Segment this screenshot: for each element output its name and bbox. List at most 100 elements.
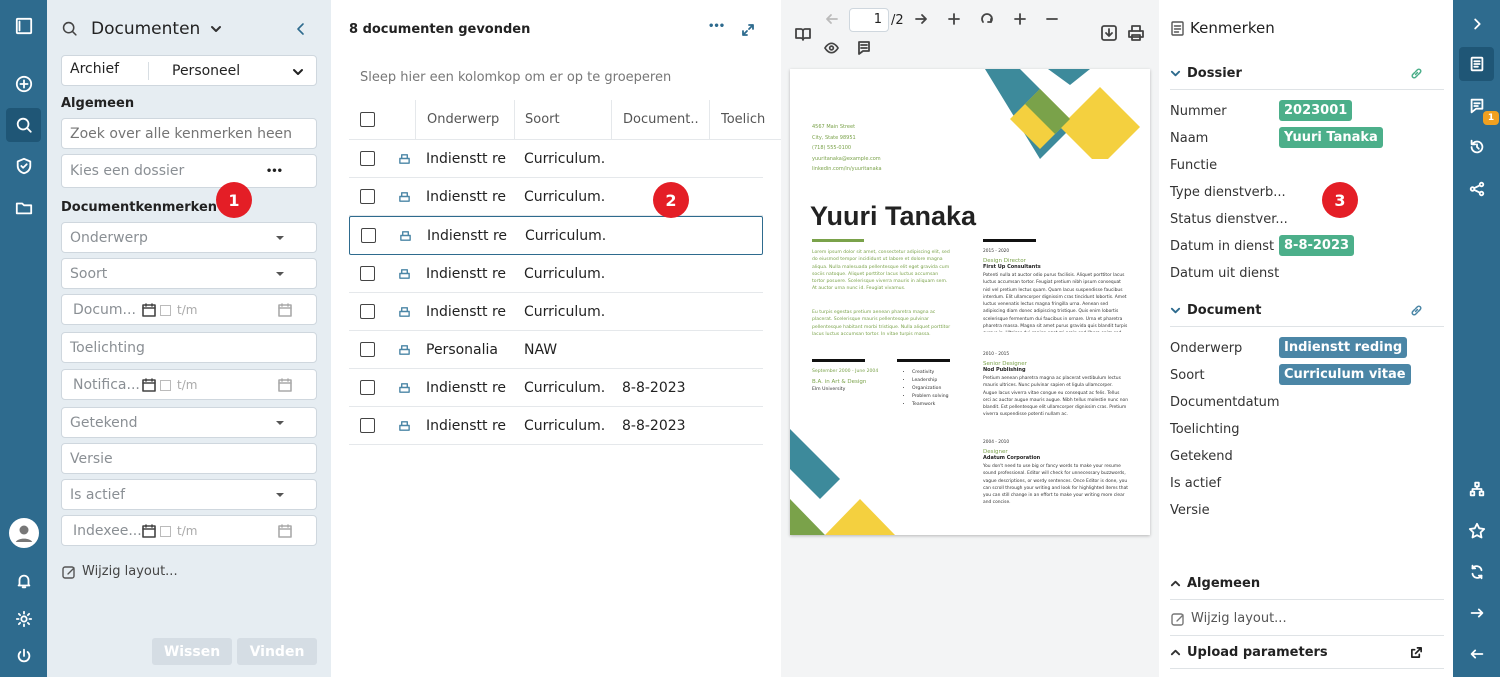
app-logo-icon[interactable] (0, 10, 47, 42)
calendar-icon[interactable] (278, 378, 292, 392)
table-row[interactable]: Indienstt re... Curriculum... (349, 293, 763, 331)
soort-select[interactable]: Soort (61, 258, 317, 289)
general-section-header[interactable]: Algemeen (1170, 573, 1445, 593)
resume-divider (812, 359, 865, 362)
document-heading: Document (1187, 302, 1262, 318)
rotate-icon[interactable] (980, 12, 994, 26)
column-onderwerp[interactable]: Onderwerp (427, 112, 499, 127)
row-checkbox[interactable] (360, 151, 375, 166)
column-toelichting[interactable]: Toelich (721, 112, 781, 127)
shield-icon[interactable] (0, 150, 47, 182)
range-checkbox[interactable] (160, 526, 171, 537)
share-icon[interactable] (1453, 173, 1500, 205)
history-icon[interactable] (1453, 131, 1500, 163)
table-row[interactable]: Indienstt re... Curriculum... 8-8-2023 (349, 407, 763, 445)
comment-icon[interactable] (857, 41, 871, 55)
notificatie-range[interactable]: Notifica... t/m (61, 369, 317, 400)
find-button[interactable]: Vinden (237, 638, 317, 665)
add-circle-icon[interactable] (0, 68, 47, 100)
minus-icon[interactable] (1045, 12, 1059, 26)
external-link-icon[interactable] (1410, 646, 1423, 659)
calendar-icon[interactable] (142, 524, 156, 538)
calendar-icon[interactable] (142, 378, 156, 392)
toelichting-input[interactable]: Toelichting (61, 332, 317, 363)
resume-name: Yuuri Tanaka (810, 201, 977, 231)
list-more-button[interactable]: ••• (708, 21, 725, 32)
calendar-icon[interactable] (278, 524, 292, 538)
table-row[interactable]: Indienstt re... Curriculum... (349, 140, 763, 178)
search-input[interactable] (61, 118, 317, 149)
resume-edu-date: September 2000 - June 2004 (812, 369, 879, 374)
table-row-selected[interactable]: Indienstt re... Curriculum... (349, 216, 763, 255)
calendar-icon[interactable] (142, 303, 156, 317)
notificatie-placeholder: Notifica... (73, 376, 140, 393)
table-header: Onderwerp Soort Document... Toelich (349, 100, 781, 140)
dossier-more-button[interactable]: ••• (266, 166, 283, 177)
arrow-right-icon[interactable] (914, 12, 928, 26)
hierarchy-icon[interactable] (1453, 473, 1500, 505)
page-input[interactable]: 1 (849, 8, 889, 32)
prop-label: Is actief (1170, 476, 1222, 491)
dossier-heading: Dossier (1187, 65, 1242, 81)
table-row[interactable]: Personalia NAW (349, 331, 763, 369)
row-checkbox[interactable] (361, 228, 376, 243)
upload-section-header[interactable]: Upload parameters (1170, 642, 1445, 662)
dossier-section-header[interactable]: Dossier (1170, 63, 1445, 83)
power-icon[interactable] (0, 640, 47, 672)
row-checkbox[interactable] (360, 266, 375, 281)
document-section-header[interactable]: Document (1170, 300, 1445, 320)
table-row[interactable]: Indienstt re... Curriculum... 8-8-2023 (349, 369, 763, 407)
avatar[interactable] (0, 516, 47, 550)
expand-icon[interactable] (741, 23, 755, 37)
sync-icon[interactable] (1453, 556, 1500, 588)
arrow-left-icon[interactable] (1453, 638, 1500, 670)
search-nav-icon[interactable] (6, 108, 41, 142)
table-row[interactable]: Indienstt re... Curriculum... (349, 178, 763, 216)
clear-button[interactable]: Wissen (152, 638, 232, 665)
prop-value-chip: Yuuri Tanaka (1279, 127, 1383, 148)
arrow-left-icon[interactable] (825, 12, 839, 26)
download-icon[interactable] (1101, 25, 1117, 41)
row-checkbox[interactable] (360, 418, 375, 433)
getekend-select[interactable]: Getekend (61, 407, 317, 438)
is-actief-select[interactable]: Is actief (61, 479, 317, 510)
eye-icon[interactable] (824, 42, 839, 54)
link-icon[interactable] (1410, 67, 1423, 80)
row-checkbox[interactable] (360, 189, 375, 204)
archive-select[interactable]: Archief Personeel (61, 55, 317, 86)
row-checkbox[interactable] (360, 380, 375, 395)
calendar-icon[interactable] (278, 303, 292, 317)
row-checkbox[interactable] (360, 342, 375, 357)
chevron-right-icon[interactable] (1453, 8, 1500, 40)
edit-layout-link[interactable]: Wijzig layout... (62, 564, 178, 579)
zoom-in-icon[interactable] (947, 12, 961, 26)
row-checkbox[interactable] (360, 304, 375, 319)
select-all-checkbox[interactable] (360, 112, 375, 127)
range-checkbox[interactable] (160, 305, 171, 316)
chevron-down-icon[interactable] (210, 23, 222, 35)
properties-tab-icon[interactable] (1459, 47, 1494, 81)
gear-icon[interactable] (0, 603, 47, 635)
column-soort[interactable]: Soort (525, 112, 560, 127)
indexeer-range[interactable]: Indexee... t/m (61, 515, 317, 546)
star-icon[interactable] (1453, 515, 1500, 547)
plus-icon[interactable] (1013, 12, 1027, 26)
arrow-right-icon[interactable] (1453, 597, 1500, 629)
link-icon[interactable] (1410, 304, 1423, 317)
row-soort: Curriculum... (524, 379, 604, 396)
folder-icon[interactable] (0, 192, 47, 224)
props-edit-layout-link[interactable]: Wijzig layout... (1171, 611, 1287, 626)
onderwerp-select[interactable]: Onderwerp (61, 222, 317, 253)
print-icon[interactable] (1128, 25, 1144, 41)
row-onderwerp: Indienstt re... (426, 265, 506, 282)
range-checkbox[interactable] (160, 380, 171, 391)
documentdatum-range[interactable]: Docum... t/m (61, 294, 317, 325)
dossier-field[interactable]: Kies een dossier ••• (61, 154, 317, 188)
column-documentdatum[interactable]: Document... (623, 112, 699, 127)
collapse-panel-icon[interactable] (295, 22, 307, 36)
table-row[interactable]: Indienstt re... Curriculum... (349, 255, 763, 293)
bell-icon[interactable] (0, 565, 47, 597)
book-icon[interactable] (795, 27, 811, 41)
versie-input[interactable]: Versie (61, 443, 317, 474)
document-icon (398, 190, 411, 203)
